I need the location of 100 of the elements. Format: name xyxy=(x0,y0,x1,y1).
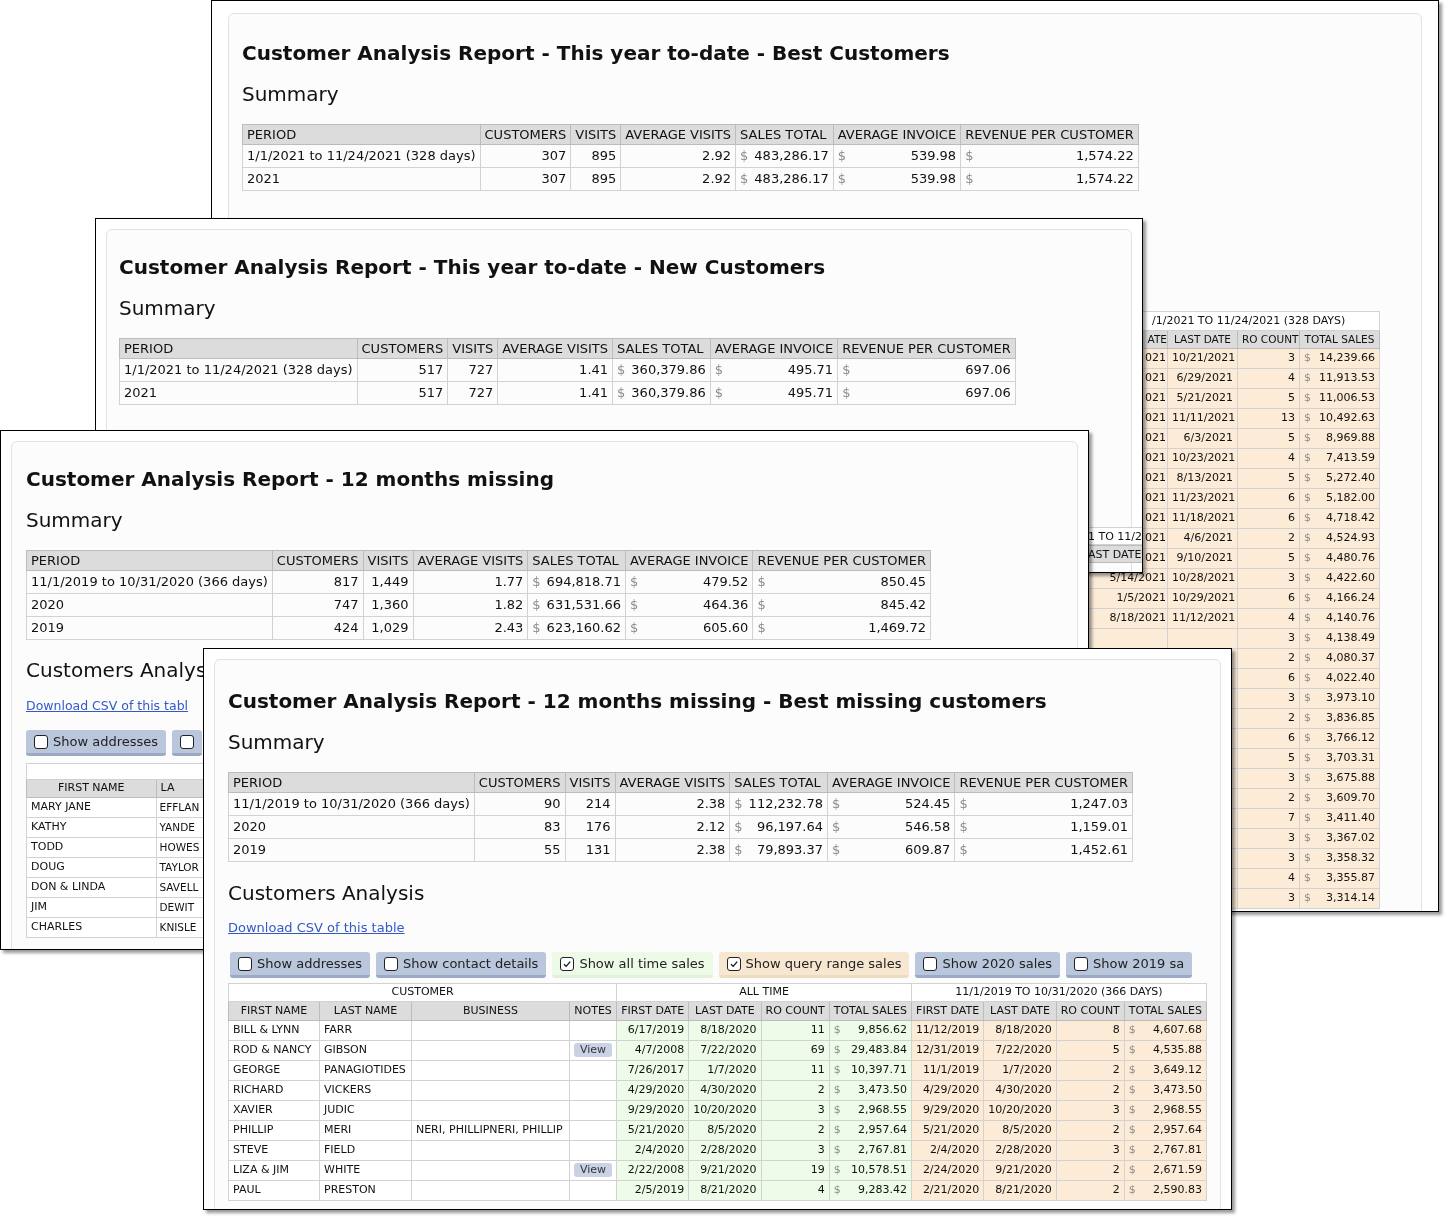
table-cell: $ 479.52 xyxy=(625,570,753,594)
column-header: AVERAGE INVOICE xyxy=(625,550,753,571)
table-cell: $ 483,286.17 xyxy=(735,167,834,191)
table-cell: 2.43 xyxy=(413,616,528,640)
table-cell: MARY JANE xyxy=(26,797,156,818)
table-cell: 2020 xyxy=(26,593,273,617)
column-header: PERIOD xyxy=(26,550,273,571)
column-header: SALES TOTAL xyxy=(612,338,711,359)
table-cell: 747 xyxy=(272,593,364,617)
table-cell: $ 1,469.72 xyxy=(752,616,931,640)
table-cell: 895 xyxy=(570,167,621,191)
table-cell: 83 xyxy=(474,815,566,839)
report-title: Customer Analysis Report - 12 months missing xyxy=(26,466,555,493)
table-cell: ROD & NANCY xyxy=(228,1040,320,1061)
table-cell: $ 623,160.62 xyxy=(527,616,626,640)
table-cell: 1.82 xyxy=(413,593,528,617)
column-header: AVERAGE VISITS xyxy=(497,338,613,359)
column-header: CUSTOMERS xyxy=(474,772,566,793)
table-cell: 1.41 xyxy=(497,381,613,405)
table-cell: $ 1,159.01 xyxy=(954,815,1133,839)
column-header: REVENUE PER CUSTOMER xyxy=(837,338,1016,359)
table-cell: 90 xyxy=(474,792,566,816)
table-cell: $ 609.87 xyxy=(827,838,955,862)
toggle-button[interactable]: Show addresses xyxy=(26,730,167,756)
table-cell: $ 96,197.64 xyxy=(729,815,828,839)
report-title: Customer Analysis Report - This year to-date - Best Customers xyxy=(242,40,951,67)
table-cell: XAVIER xyxy=(228,1100,320,1121)
section-heading: Summary xyxy=(119,295,217,322)
table-cell: $ 360,379.86 xyxy=(612,358,711,382)
table-cell: 2019 xyxy=(26,616,273,640)
table-cell: 727 xyxy=(447,381,498,405)
download-link[interactable]: Download CSV of this tabl xyxy=(26,697,189,715)
table-cell: 2.92 xyxy=(620,144,736,168)
table-cell: TODD xyxy=(26,837,156,858)
column-header: AVERAGE INVOICE xyxy=(827,772,955,793)
table-cell: 727 xyxy=(447,358,498,382)
table-cell: 1/1/2021 to 11/24/2021 (328 days) xyxy=(119,358,358,382)
report-title: Customer Analysis Report - This year to-date - New Customers xyxy=(119,254,827,281)
toggle-button[interactable] xyxy=(172,730,203,756)
table-cell: STEVE xyxy=(228,1140,320,1161)
table-cell: 307 xyxy=(480,144,571,168)
table-cell: $ 546.58 xyxy=(827,815,955,839)
column-header: REVENUE PER CUSTOMER xyxy=(954,772,1133,793)
table-cell: 2.12 xyxy=(615,815,730,839)
table-cell: 11/1/2019 to 10/31/2020 (366 days) xyxy=(26,570,273,594)
table-cell: 11/1/2019 to 10/31/2020 (366 days) xyxy=(228,792,475,816)
table-cell: 2021 xyxy=(119,381,358,405)
column-header: AVERAGE VISITS xyxy=(413,550,528,571)
table-cell: PAUL xyxy=(228,1180,320,1201)
table-cell: 2020 xyxy=(228,815,475,839)
table-cell: $ 697.06 xyxy=(837,381,1016,405)
view-button[interactable]: View xyxy=(574,1163,613,1178)
table-cell: 1,360 xyxy=(363,593,414,617)
table-cell: $ 631,531.66 xyxy=(527,593,626,617)
column-header: REVENUE PER CUSTOMER xyxy=(752,550,931,571)
column-header: VISITS xyxy=(447,338,498,359)
column-header: AVERAGE INVOICE xyxy=(710,338,838,359)
table-cell: $ 850.45 xyxy=(752,570,931,594)
toggle-button[interactable]: Show query range sales xyxy=(718,952,910,978)
table-cell: $ 697.06 xyxy=(837,358,1016,382)
table-cell: JIM xyxy=(26,897,156,918)
toggle-button[interactable]: Show 2019 sa xyxy=(1066,952,1193,978)
table-cell: $ 1,574.22 xyxy=(960,144,1139,168)
column-header: AVERAGE VISITS xyxy=(620,124,736,145)
table-cell: 1,029 xyxy=(363,616,414,640)
column-header: VISITS xyxy=(570,124,621,145)
table-cell: 424 xyxy=(272,616,364,640)
table-cell: $ 495.71 xyxy=(710,381,838,405)
table-cell: 2.92 xyxy=(620,167,736,191)
table-cell: 2021 xyxy=(242,167,481,191)
table-cell: $ 539.98 xyxy=(833,167,961,191)
table-cell: $ 1,574.22 xyxy=(960,167,1139,191)
table-cell: RICHARD xyxy=(228,1080,320,1101)
toggle-button[interactable]: Show 2020 sales xyxy=(915,952,1061,978)
column-header: CUSTOMERS xyxy=(480,124,571,145)
table-cell: 1.41 xyxy=(497,358,613,382)
column-group-header: CUSTOMER xyxy=(228,983,617,1002)
table-cell: $ 1,452.61 xyxy=(954,838,1133,862)
table-cell: 2019 xyxy=(228,838,475,862)
column-header: CUSTOMERS xyxy=(272,550,364,571)
table-cell: 131 xyxy=(565,838,616,862)
table-cell: $ 495.71 xyxy=(710,358,838,382)
table-cell: DON & LINDA xyxy=(26,877,156,898)
table-cell: 55 xyxy=(474,838,566,862)
table-cell: $ 539.98 xyxy=(833,144,961,168)
table-cell: $ 845.42 xyxy=(752,593,931,617)
column-header: SALES TOTAL xyxy=(527,550,626,571)
toggle-button[interactable]: Show all time sales xyxy=(552,952,713,978)
toggle-button[interactable]: Show contact details xyxy=(376,952,547,978)
column-header: CUSTOMERS xyxy=(357,338,448,359)
column-header: SALES TOTAL xyxy=(735,124,834,145)
table-cell: $ 694,818.71 xyxy=(527,570,626,594)
toggle-button[interactable]: Show addresses xyxy=(230,952,371,978)
table-cell: 1.77 xyxy=(413,570,528,594)
table-cell: 895 xyxy=(570,144,621,168)
column-group-header: ALL TIME xyxy=(616,983,912,1002)
column-header: AVERAGE VISITS xyxy=(615,772,730,793)
column-header: SALES TOTAL xyxy=(729,772,828,793)
table-cell: CHARLES xyxy=(26,917,156,938)
view-button[interactable]: View xyxy=(574,1043,613,1058)
